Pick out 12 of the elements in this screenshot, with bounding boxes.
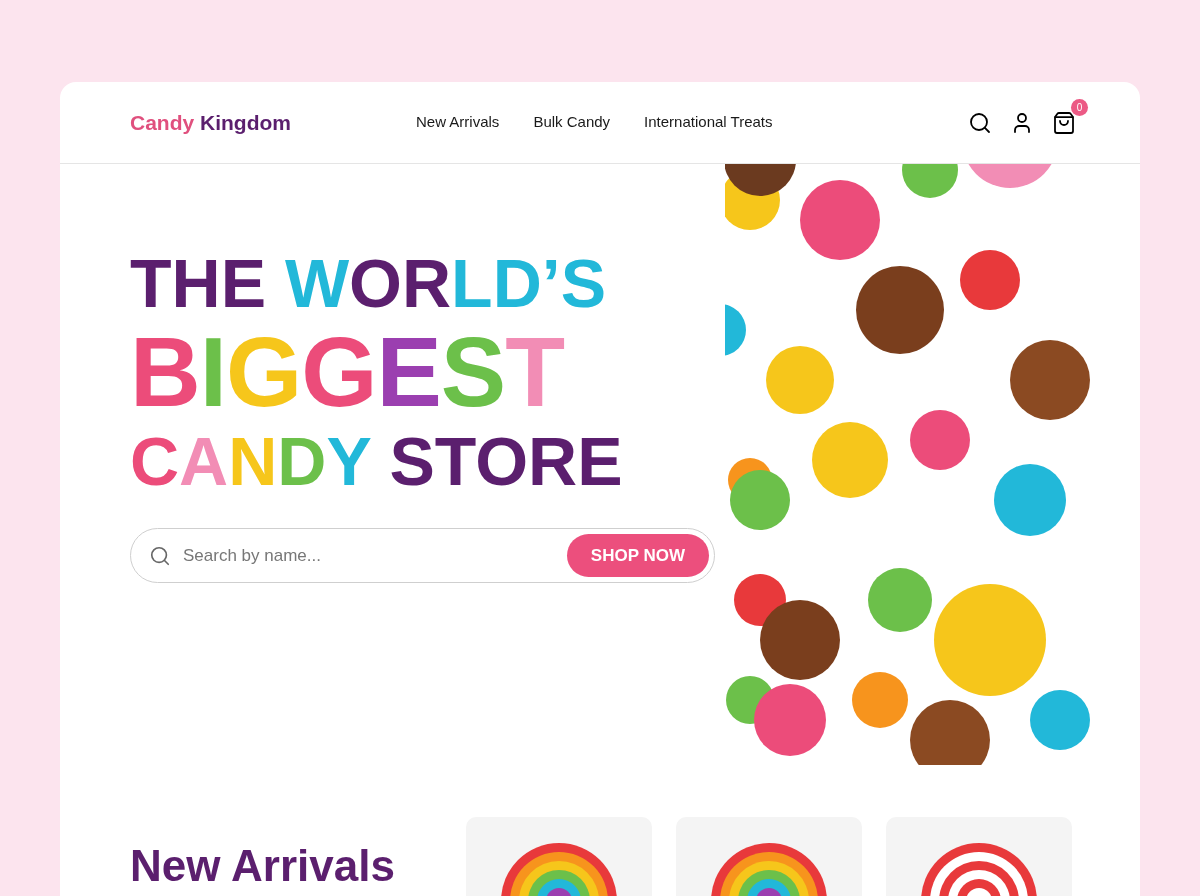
shopping-bag-icon[interactable] [1052, 110, 1076, 135]
search-field[interactable]: Search by name... SHOP NOW [130, 528, 715, 583]
section-heading: New Arrivals [130, 843, 396, 889]
cart-count-badge: 0 [1071, 98, 1088, 116]
hero-heading: THE WORLD’S BIGGEST CANDY STORE [130, 244, 624, 501]
shop-now-button[interactable]: SHOP NOW [566, 534, 709, 577]
search-icon [149, 544, 171, 567]
search-icon[interactable] [968, 110, 992, 135]
logo[interactable]: Candy Kingdom [130, 106, 291, 139]
nav-link[interactable]: New Arrivals [416, 111, 500, 134]
nav-link[interactable]: International Treats [644, 111, 773, 134]
nav-link[interactable]: Bulk Candy [533, 111, 611, 134]
